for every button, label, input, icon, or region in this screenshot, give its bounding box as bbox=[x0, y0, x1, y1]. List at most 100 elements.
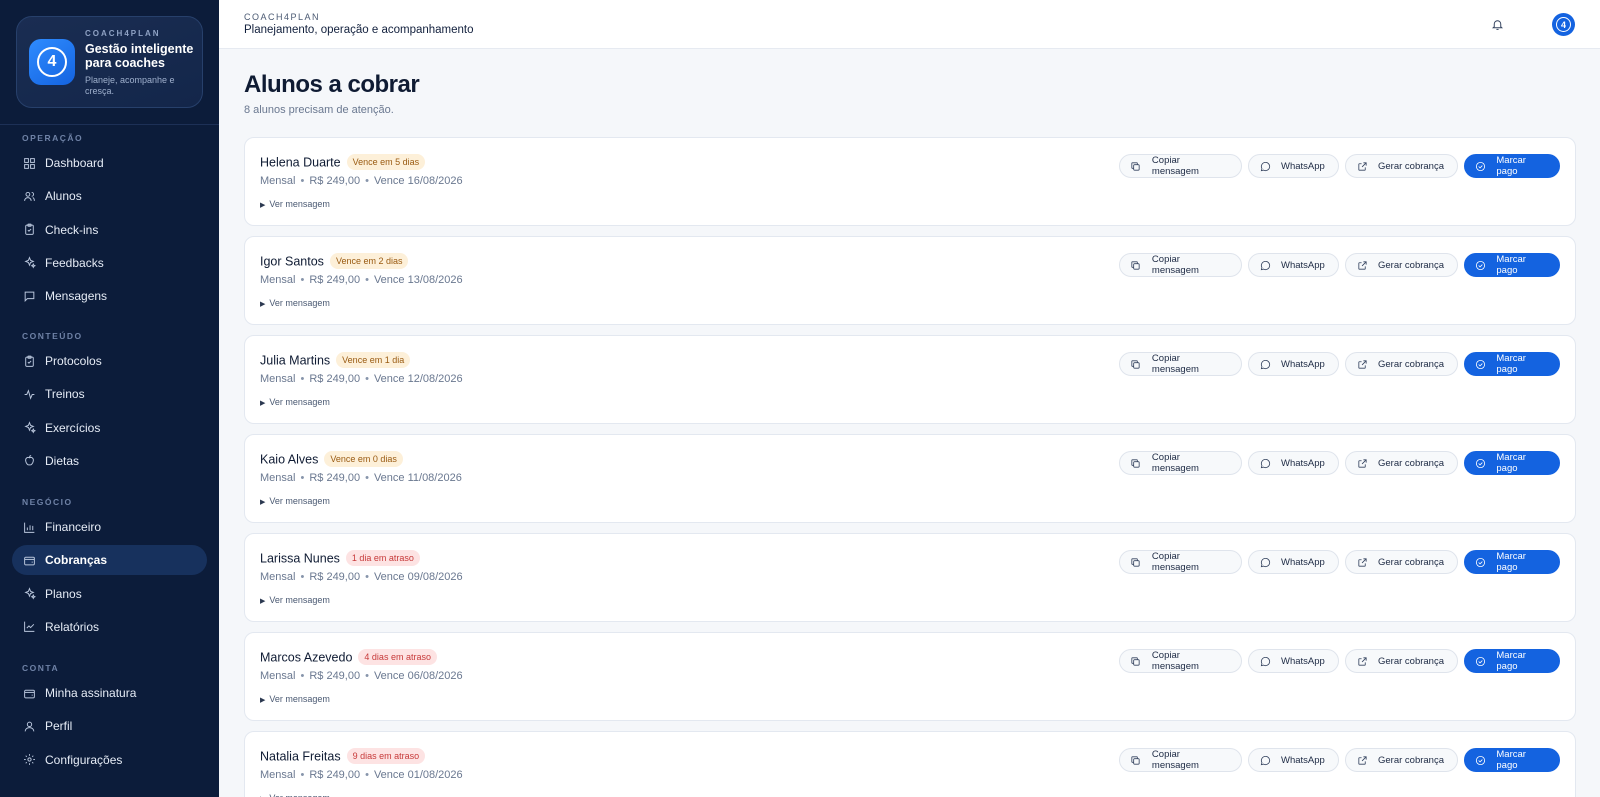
copy-message-button[interactable]: Copiar mensagem bbox=[1119, 352, 1242, 376]
mark-paid-button[interactable]: Marcar pago bbox=[1464, 748, 1560, 772]
due-date-label: Vence 16/08/2026 bbox=[373, 175, 463, 187]
sidebar-section-label: NEGÓCIO bbox=[22, 497, 73, 507]
mark-paid-button[interactable]: Marcar pago bbox=[1464, 550, 1560, 574]
view-message-toggle[interactable]: ▶Ver mensagem bbox=[260, 397, 330, 407]
card-actions: Copiar mensagem WhatsApp Gerar cobrança Mar… bbox=[1119, 253, 1560, 277]
mark-paid-button[interactable]: Marcar pago bbox=[1464, 649, 1560, 673]
copy-message-button[interactable]: Copiar mensagem bbox=[1119, 550, 1242, 574]
generate-charge-button[interactable]: Gerar cobrança bbox=[1345, 154, 1458, 178]
generate-charge-button[interactable]: Gerar cobrança bbox=[1345, 352, 1458, 376]
brand-card: 4 COACH4PLAN Gestão inteligente para coa… bbox=[16, 16, 203, 108]
sidebar-item-label: Dashboard bbox=[45, 156, 104, 170]
sidebar-item-financeiro[interactable]: Financeiro bbox=[12, 512, 207, 542]
student-name: Marcos Azevedo 4 dias em atraso bbox=[260, 649, 437, 666]
amount-label: R$ 249,00 bbox=[309, 571, 361, 583]
view-message-toggle[interactable]: ▶Ver mensagem bbox=[260, 496, 330, 506]
chat-icon bbox=[1259, 754, 1271, 766]
whatsapp-button[interactable]: WhatsApp bbox=[1248, 649, 1339, 673]
chat-icon bbox=[1259, 160, 1271, 172]
sidebar-item-relat-rios[interactable]: Relatórios bbox=[12, 612, 207, 642]
amount-label: R$ 249,00 bbox=[309, 670, 361, 682]
plan-label: Mensal bbox=[260, 670, 296, 682]
brand-title: Gestão inteligente para coaches bbox=[85, 42, 194, 70]
generate-charge-button[interactable]: Gerar cobrança bbox=[1345, 253, 1458, 277]
whatsapp-button[interactable]: WhatsApp bbox=[1248, 352, 1339, 376]
chat-icon bbox=[1259, 556, 1271, 568]
sidebar-item-minha-assinatura[interactable]: Minha assinatura bbox=[12, 678, 207, 708]
whatsapp-button[interactable]: WhatsApp bbox=[1248, 550, 1339, 574]
plan-label: Mensal bbox=[260, 373, 296, 385]
sidebar-item-exerc-cios[interactable]: Exercícios bbox=[12, 413, 207, 443]
generate-charge-button[interactable]: Gerar cobrança bbox=[1345, 550, 1458, 574]
whatsapp-button[interactable]: WhatsApp bbox=[1248, 451, 1339, 475]
sidebar-item-treinos[interactable]: Treinos bbox=[12, 379, 207, 409]
chat-icon bbox=[1259, 457, 1271, 469]
sidebar-item-label: Check-ins bbox=[45, 222, 99, 237]
student-meta: Mensal • R$ 249,00 • Vence 13/08/2026 bbox=[260, 274, 463, 286]
student-card: Igor Santos Vence em 2 dias Mensal • R$ 249,… bbox=[244, 236, 1576, 325]
sparkle-icon bbox=[22, 256, 36, 270]
due-date-label: Vence 12/08/2026 bbox=[373, 373, 463, 385]
card-actions: Copiar mensagem WhatsApp Gerar cobrança Mar… bbox=[1119, 352, 1560, 376]
mark-paid-button[interactable]: Marcar pago bbox=[1464, 154, 1560, 178]
sidebar-item-check-ins[interactable]: Check-ins bbox=[12, 215, 207, 245]
student-meta: Mensal • R$ 249,00 • Vence 16/08/2026 bbox=[260, 175, 463, 187]
chat-icon bbox=[1259, 259, 1271, 271]
copy-icon bbox=[1130, 556, 1142, 568]
copy-message-button[interactable]: Copiar mensagem bbox=[1119, 451, 1242, 475]
amount-label: R$ 249,00 bbox=[309, 175, 361, 187]
wallet-icon bbox=[22, 553, 36, 567]
student-name: Kaio Alves Vence em 0 dias bbox=[260, 451, 403, 468]
view-message-toggle[interactable]: ▶Ver mensagem bbox=[260, 199, 330, 209]
view-message-toggle[interactable]: ▶Ver mensagem bbox=[260, 694, 330, 704]
sidebar-item-dietas[interactable]: Dietas bbox=[12, 446, 207, 476]
sidebar-item-planos[interactable]: Planos bbox=[12, 579, 207, 609]
page-title: Alunos a cobrar bbox=[244, 71, 420, 98]
sparkle-icon bbox=[22, 587, 36, 601]
triangle-right-icon: ▶ bbox=[260, 499, 266, 506]
sidebar-item-label: Planos bbox=[45, 586, 82, 601]
mark-paid-button[interactable]: Marcar pago bbox=[1464, 352, 1560, 376]
sidebar-item-perfil[interactable]: Perfil bbox=[12, 711, 207, 741]
line-chart-icon bbox=[22, 620, 36, 634]
brand-overline: COACH4PLAN bbox=[85, 29, 161, 38]
sidebar-item-label: Cobranças bbox=[45, 553, 108, 568]
bell-icon[interactable] bbox=[1489, 16, 1505, 32]
whatsapp-button[interactable]: WhatsApp bbox=[1248, 748, 1339, 772]
copy-message-button[interactable]: Copiar mensagem bbox=[1119, 649, 1242, 673]
generate-charge-button[interactable]: Gerar cobrança bbox=[1345, 748, 1458, 772]
sidebar-item-alunos[interactable]: Alunos bbox=[12, 181, 207, 211]
student-card: Kaio Alves Vence em 0 dias Mensal • R$ 249,0… bbox=[244, 434, 1576, 523]
student-name: Larissa Nunes 1 dia em atraso bbox=[260, 550, 420, 567]
user-icon bbox=[22, 719, 36, 733]
copy-message-button[interactable]: Copiar mensagem bbox=[1119, 154, 1242, 178]
whatsapp-button[interactable]: WhatsApp bbox=[1248, 154, 1339, 178]
plan-label: Mensal bbox=[260, 769, 296, 781]
mark-paid-button[interactable]: Marcar pago bbox=[1464, 253, 1560, 277]
sidebar-item-feedbacks[interactable]: Feedbacks bbox=[12, 248, 207, 278]
sidebar-item-protocolos[interactable]: Protocolos bbox=[12, 346, 207, 376]
avatar[interactable]: 4 bbox=[1552, 13, 1575, 36]
view-message-toggle[interactable]: ▶Ver mensagem bbox=[260, 595, 330, 605]
generate-charge-button[interactable]: Gerar cobrança bbox=[1345, 649, 1458, 673]
card-actions: Copiar mensagem WhatsApp Gerar cobrança Mar… bbox=[1119, 451, 1560, 475]
clipboard-icon bbox=[22, 223, 36, 237]
card-actions: Copiar mensagem WhatsApp Gerar cobrança Mar… bbox=[1119, 748, 1560, 772]
sidebar-item-cobran-as[interactable]: Cobranças bbox=[12, 545, 207, 576]
sidebar-item-configura-es[interactable]: Configurações bbox=[12, 745, 207, 775]
status-badge: Vence em 0 dias bbox=[324, 451, 403, 467]
grid-icon bbox=[22, 156, 36, 170]
mark-paid-button[interactable]: Marcar pago bbox=[1464, 451, 1560, 475]
view-message-toggle[interactable]: ▶Ver mensagem bbox=[260, 793, 330, 797]
whatsapp-button[interactable]: WhatsApp bbox=[1248, 253, 1339, 277]
sidebar-item-dashboard[interactable]: Dashboard bbox=[12, 148, 207, 178]
topbar: COACH4PLAN Planejamento, operação e acom… bbox=[219, 0, 1600, 49]
copy-message-button[interactable]: Copiar mensagem bbox=[1119, 253, 1242, 277]
generate-charge-button[interactable]: Gerar cobrança bbox=[1345, 451, 1458, 475]
sidebar-item-label: Exercícios bbox=[45, 420, 101, 435]
triangle-right-icon: ▶ bbox=[260, 202, 266, 209]
sidebar-item-mensagens[interactable]: Mensagens bbox=[12, 281, 207, 311]
check-circle-icon bbox=[1475, 259, 1486, 271]
view-message-toggle[interactable]: ▶Ver mensagem bbox=[260, 298, 330, 308]
copy-message-button[interactable]: Copiar mensagem bbox=[1119, 748, 1242, 772]
